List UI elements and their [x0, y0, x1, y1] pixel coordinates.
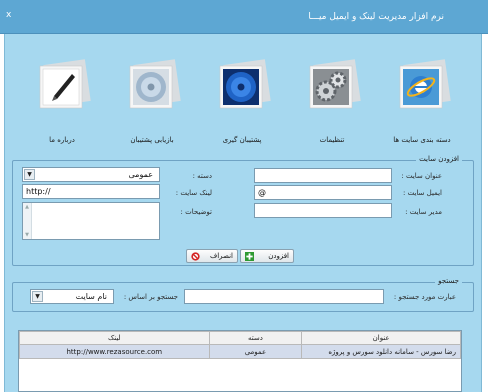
toolbar-backup[interactable]: پشتیبان گیری: [200, 56, 284, 146]
plus-icon: [245, 252, 254, 261]
cd-backup-icon: [219, 59, 271, 109]
search-group-title: جستجو: [435, 277, 462, 285]
chevron-down-icon[interactable]: ▼: [24, 169, 35, 180]
toolbar-restore-backup[interactable]: بازیابی پشتیبان: [110, 56, 194, 146]
cd-restore-icon: [129, 59, 181, 109]
close-icon[interactable]: x: [6, 10, 11, 20]
toolbar-label: پشتیبان گیری: [222, 136, 262, 144]
search-by-selected-value: نام سایت: [75, 292, 107, 301]
cancel-button-label: انصراف: [209, 252, 233, 260]
category-select[interactable]: ▼ عمومی: [22, 167, 160, 182]
site-email-label: ایمیل سایت :: [403, 189, 442, 197]
column-header-title[interactable]: عنوان: [301, 331, 461, 345]
description-textarea[interactable]: ▲ ▼: [22, 202, 160, 240]
add-button[interactable]: افزودن: [240, 249, 294, 263]
site-link-input[interactable]: [22, 184, 160, 199]
table-header-row: لینک دسته عنوان: [19, 331, 461, 345]
toolbar-label: دسته بندی سایت ها: [393, 136, 451, 144]
main-toolbar: دسته بندی سایت ها تنظیمات پشتیبان گیری ب…: [4, 40, 480, 152]
cancel-button[interactable]: انصراف: [186, 249, 238, 263]
toolbar-about[interactable]: درباره ما: [20, 56, 104, 146]
search-by-label: جستجو بر اساس :: [123, 293, 178, 301]
toolbar-label: بازیابی پشتیبان: [130, 136, 174, 144]
pen-about-icon: [39, 59, 91, 109]
toolbar-label: تنظیمات: [319, 136, 345, 144]
sites-table: لینک دسته عنوان http://www.rezasource.co…: [18, 330, 462, 392]
toolbar-label: درباره ما: [49, 136, 75, 144]
site-title-label: عنوان سایت :: [401, 172, 442, 180]
site-admin-label: مدیر سایت :: [405, 208, 442, 216]
toolbar-categorize-sites[interactable]: دسته بندی سایت ها: [380, 56, 464, 146]
chevron-down-icon[interactable]: ▼: [32, 291, 43, 302]
description-scrollbar[interactable]: ▲ ▼: [23, 203, 32, 239]
cancel-icon: [191, 252, 200, 261]
category-selected-value: عمومی: [128, 170, 153, 179]
toolbar-settings[interactable]: تنظیمات: [290, 56, 374, 146]
internet-explorer-icon: [399, 59, 451, 109]
description-label: توضیحات :: [180, 208, 212, 216]
cell-category: عمومی: [208, 344, 303, 359]
column-header-category[interactable]: دسته: [208, 331, 303, 345]
add-site-group-title: افزودن سایت: [416, 155, 462, 163]
cell-title: رضا سورس - سامانه دانلود سورس و پروژه: [301, 344, 461, 359]
search-phrase-input[interactable]: [184, 289, 384, 304]
site-admin-input[interactable]: [254, 203, 392, 218]
window-title: نرم افزار مدیریت لینک و ایمیل میـــا: [308, 12, 444, 22]
search-by-select[interactable]: ▼ نام سایت: [30, 289, 114, 304]
cell-link: http://www.rezasource.com: [19, 344, 210, 359]
add-button-label: افزودن: [268, 252, 289, 260]
site-link-label: لینک سایت :: [175, 189, 212, 197]
site-title-input[interactable]: [254, 168, 392, 183]
gears-icon: [309, 59, 361, 109]
table-row[interactable]: http://www.rezasource.com عمومی رضا سورس…: [19, 344, 461, 359]
title-bar: x نرم افزار مدیریت لینک و ایمیل میـــا: [0, 0, 488, 34]
site-email-input[interactable]: [254, 185, 392, 200]
search-phrase-label: عبارت مورد جستجو :: [393, 293, 456, 301]
scroll-up-icon[interactable]: ▲: [24, 204, 30, 210]
column-header-link[interactable]: لینک: [19, 331, 210, 345]
scroll-down-icon[interactable]: ▼: [24, 232, 30, 238]
category-label: دسته :: [192, 172, 212, 180]
app-window: x نرم افزار مدیریت لینک و ایمیل میـــا د…: [0, 0, 488, 392]
